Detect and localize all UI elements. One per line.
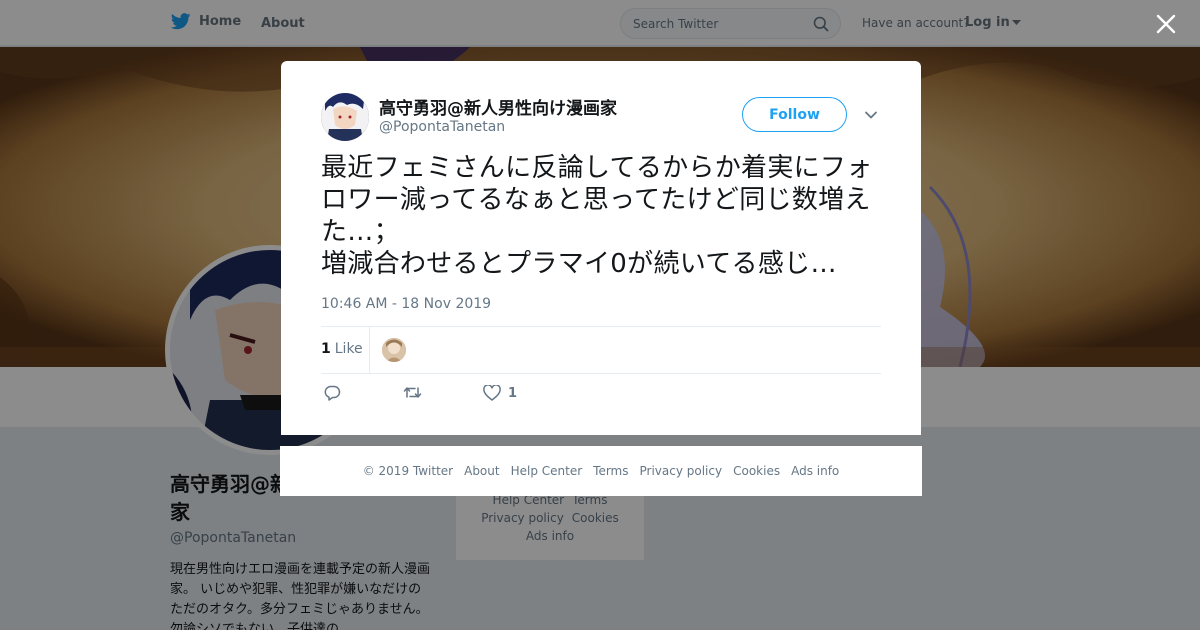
tweet-timestamp[interactable]: 10:46 AM - 18 Nov 2019 <box>321 296 491 312</box>
retweet-button[interactable] <box>403 385 422 400</box>
stats-divider <box>369 327 370 373</box>
tweet-modal: 高守勇羽@新人男性向け漫画家 @PopontaTanetan Follow 最近… <box>281 61 921 435</box>
like-action-count: 1 <box>508 385 518 401</box>
footer-terms-link[interactable]: Terms <box>593 464 628 478</box>
footer-copyright: © 2019 Twitter <box>362 464 454 478</box>
footer-privacy-link[interactable]: Privacy policy <box>640 464 723 478</box>
close-icon[interactable] <box>1155 13 1177 35</box>
liker-avatar-artwork <box>382 338 406 362</box>
tweet-actions: 1 <box>321 385 621 407</box>
like-word: Like <box>334 341 363 357</box>
follow-button[interactable]: Follow <box>742 97 847 132</box>
footer-help-center-link[interactable]: Help Center <box>511 464 583 478</box>
retweet-icon <box>403 387 422 398</box>
heart-icon <box>483 385 501 401</box>
footer-ads-info-link[interactable]: Ads info <box>791 464 839 478</box>
chevron-down-icon[interactable] <box>864 108 878 122</box>
tweet-author-name[interactable]: 高守勇羽@新人男性向け漫画家 <box>379 94 617 119</box>
like-count-link[interactable]: 1 Like <box>321 341 363 357</box>
reply-icon <box>324 385 341 401</box>
tweet-author-avatar-artwork <box>321 93 369 141</box>
tweet-author-avatar[interactable] <box>321 93 369 141</box>
tweet-stats: 1 Like <box>321 326 881 374</box>
like-count: 1 <box>321 341 331 357</box>
liker-avatar[interactable] <box>382 338 406 362</box>
tweet-text: 最近フェミさんに反論してるからか着実にフォロワー減ってるなぁと思ってたけど同じ数… <box>321 153 873 279</box>
modal-footer: © 2019 Twitter About Help Center Terms P… <box>280 446 922 496</box>
footer-cookies-link[interactable]: Cookies <box>733 464 780 478</box>
reply-button[interactable] <box>324 385 341 401</box>
tweet-author-handle[interactable]: @PopontaTanetan <box>379 119 505 135</box>
like-button[interactable]: 1 <box>483 385 517 401</box>
footer-about-link[interactable]: About <box>464 464 499 478</box>
